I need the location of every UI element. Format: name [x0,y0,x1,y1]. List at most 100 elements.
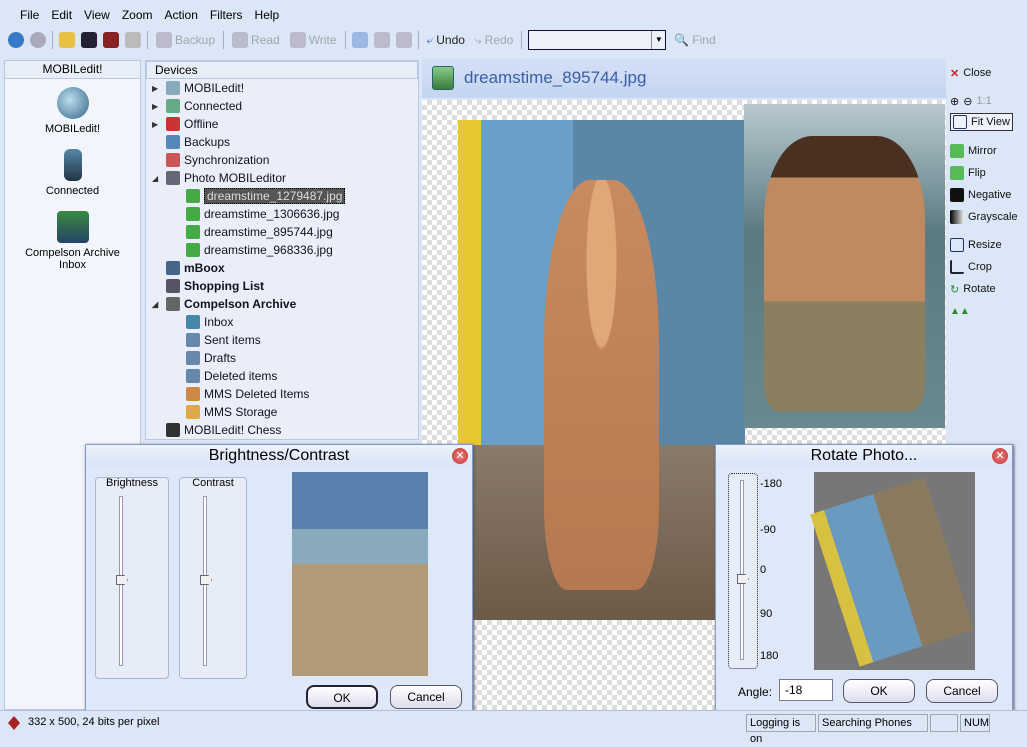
resize-icon [950,238,964,252]
tree-item[interactable]: Synchronization [166,151,269,169]
tree-item[interactable]: Inbox [186,313,233,331]
ok-button[interactable]: OK [843,679,915,703]
crop-button[interactable]: Crop [950,258,992,276]
forward-icon[interactable] [30,32,46,48]
backup-button[interactable]: Backup [154,32,217,48]
angle-track[interactable] [740,480,744,660]
print-icon[interactable] [125,32,141,48]
tree-item[interactable]: ▶ Connected [152,97,242,115]
tree-item[interactable]: Sent items [186,331,261,349]
zoom-in-icon[interactable]: ⊕ [950,95,959,108]
save-icon[interactable] [81,32,97,48]
angle-slider[interactable] [737,574,749,584]
fit-view-button[interactable]: Fit View [950,113,1013,131]
back-icon[interactable] [8,32,24,48]
zoom-1to1-button[interactable]: 1:1 [976,95,991,107]
tree-item-label: Sent items [204,333,261,347]
save-as-icon[interactable] [103,32,119,48]
write-button[interactable]: Write [288,32,339,48]
undo-button[interactable]: ⤶ Undo [425,33,467,48]
tree-item[interactable]: ▶ Offline [152,115,218,133]
tree-item[interactable]: Drafts [186,349,236,367]
crop-label: Crop [968,261,992,273]
menu-edit[interactable]: Edit [45,4,78,26]
contrast-slider[interactable] [200,575,212,585]
tree-item[interactable]: dreamstime_895744.jpg [186,223,333,241]
menu-action[interactable]: Action [159,4,204,26]
brightness-label: Brightness [106,477,158,489]
tree-item-label: Photo MOBILeditor [184,171,287,185]
expander-icon[interactable]: ◢ [152,300,158,309]
menu-bar: File Edit View Zoom Action Filters Help [0,4,1027,26]
expander-icon[interactable]: ▶ [152,120,158,129]
angle-label: Angle: [738,685,773,699]
rotate-preview-image [810,477,974,667]
tree-item-icon [166,171,180,185]
tree-item[interactable]: MMS Deleted Items [186,385,309,403]
flip-button[interactable]: Flip [950,164,986,182]
zoom-out-icon[interactable]: ⊖ [963,95,972,108]
grayscale-button[interactable]: Grayscale [950,208,1018,226]
paste-icon[interactable] [395,32,412,48]
rotate-label: Rotate [963,283,996,295]
find-button[interactable]: 🔍 Find [672,33,717,47]
menu-help[interactable]: Help [249,4,286,26]
expander-icon[interactable]: ▶ [152,102,158,111]
tick-label: -90 [760,524,776,536]
copy-icon[interactable] [351,32,368,48]
tree-item-icon [166,279,180,293]
close-icon[interactable]: ✕ [452,448,468,464]
resize-button[interactable]: Resize [950,236,1002,254]
menu-file[interactable]: File [14,4,45,26]
tree-item-icon [186,387,200,401]
tree-item[interactable]: Backups [166,133,230,151]
tree-item[interactable]: dreamstime_968336.jpg [186,241,333,259]
cancel-button[interactable]: Cancel [926,679,998,703]
cancel-button[interactable]: Cancel [390,685,462,709]
close-button[interactable]: ✕ Close [950,64,991,82]
tree-item[interactable]: ◢ Compelson Archive [152,295,296,313]
adjust-button[interactable]: ▲▲ [950,302,970,320]
separator [147,31,148,49]
menu-filters[interactable]: Filters [204,4,249,26]
ok-button[interactable]: OK [306,685,378,709]
tree-item-label: MMS Deleted Items [204,387,310,401]
close-icon[interactable]: ✕ [992,448,1008,464]
nav-archive-inbox[interactable]: Compelson Archive Inbox [5,211,140,271]
tree-item[interactable]: mBoox [166,259,225,277]
menu-zoom[interactable]: Zoom [116,4,159,26]
logging-status: Logging is on [746,714,816,745]
cut-icon[interactable] [373,32,390,48]
tree-item[interactable]: MOBILedit! Chess [166,421,281,439]
viewer-filename: dreamstime_895744.jpg [464,68,647,87]
menu-view[interactable]: View [78,4,116,26]
tree-item[interactable]: MMS Storage [186,403,277,421]
search-combo[interactable]: ▼ [528,30,667,50]
tree-item-icon [166,81,180,95]
chevron-down-icon[interactable]: ▼ [651,31,665,49]
tree-item-icon [186,315,200,329]
redo-button[interactable]: ⤷ Redo [473,33,515,48]
open-folder-icon[interactable] [59,32,75,48]
tree-item[interactable]: dreamstime_1279487.jpg [186,187,346,205]
nav-connected[interactable]: Connected [5,149,140,197]
tree-item[interactable]: Deleted items [186,367,277,385]
write-label: Write [308,33,337,47]
tree-item[interactable]: dreamstime_1306636.jpg [186,205,339,223]
dialog-title-text: Brightness/Contrast [208,447,350,464]
tree-item[interactable]: ▶ MOBILedit! [152,79,244,97]
inbox-download-icon [56,211,89,243]
brightness-slider[interactable] [116,575,128,585]
tick-label: -180 [760,478,783,490]
rotate-button[interactable]: ↻ Rotate [950,280,996,298]
expander-icon[interactable]: ◢ [152,174,158,183]
tree-item[interactable]: Shopping List [166,277,264,295]
expander-icon[interactable]: ▶ [152,84,158,93]
negative-button[interactable]: Negative [950,186,1011,204]
nav-mobiledit[interactable]: MOBILedit! [5,87,140,135]
angle-input[interactable]: -18 [779,679,833,701]
mirror-button[interactable]: Mirror [950,142,997,160]
read-button[interactable]: Read [230,32,282,48]
tree-item-icon [186,225,200,239]
tree-item[interactable]: ◢ Photo MOBILeditor [152,169,287,187]
